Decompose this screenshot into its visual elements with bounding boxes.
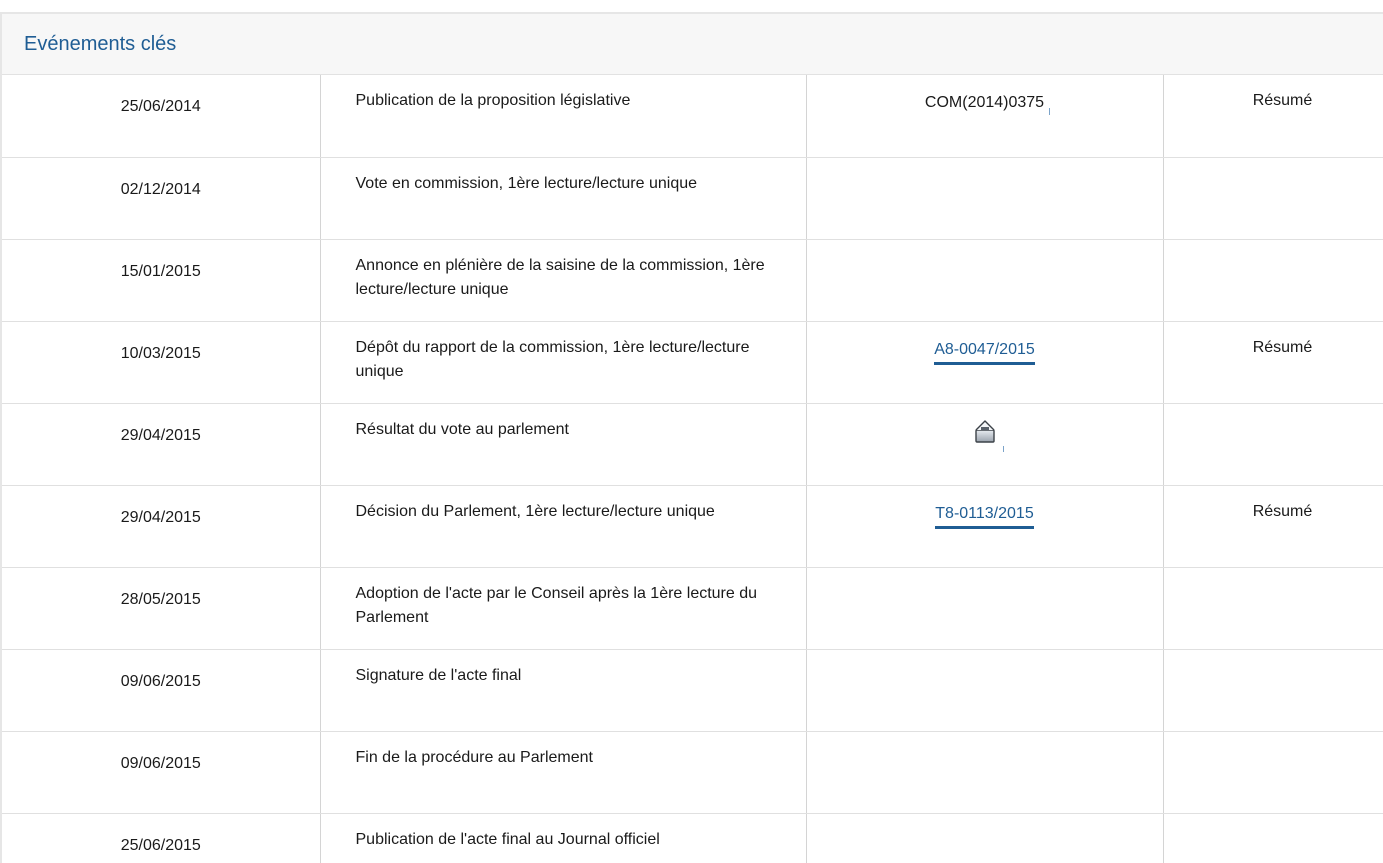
event-description: Adoption de l'acte par le Conseil après …	[320, 567, 807, 650]
event-description: Résultat du vote au parlement	[320, 403, 807, 486]
event-row: 02/12/2014 Vote en commission, 1ère lectu…	[2, 157, 1383, 240]
event-document-cell	[806, 649, 1164, 732]
document-link[interactable]: T8-0113/2015	[935, 503, 1034, 529]
event-document-cell	[806, 567, 1164, 650]
event-document-cell	[806, 157, 1164, 240]
event-summary	[1163, 567, 1383, 650]
event-summary	[1163, 403, 1383, 486]
event-description: Décision du Parlement, 1ère lecture/lect…	[320, 485, 807, 568]
key-events-table-body: 25/06/2014 Publication de la proposition …	[2, 75, 1383, 863]
key-events-table: 25/06/2014 Publication de la proposition …	[2, 75, 1383, 863]
ballot-box-icon[interactable]	[973, 418, 1004, 452]
event-description: Fin de la procédure au Parlement	[320, 731, 807, 814]
event-date: 15/01/2015	[2, 239, 321, 322]
event-summary[interactable]: Résumé	[1163, 75, 1383, 158]
event-summary[interactable]: Résumé	[1163, 485, 1383, 568]
event-description: Publication de la proposition législativ…	[320, 75, 807, 158]
event-date: 02/12/2014	[2, 157, 321, 240]
event-document-cell: A8-0047/2015	[806, 321, 1164, 404]
event-summary	[1163, 239, 1383, 322]
event-row: 25/06/2014 Publication de la proposition …	[2, 75, 1383, 158]
event-document-cell	[806, 813, 1164, 863]
event-row: 29/04/2015 Résultat du vote au parlement	[2, 403, 1383, 486]
event-document-cell: T8-0113/2015	[806, 485, 1164, 568]
event-date: 09/06/2015	[2, 731, 321, 814]
event-row: 09/06/2015 Signature de l'acte final	[2, 649, 1383, 732]
panel-header: Evénements clés	[2, 14, 1383, 75]
event-date: 28/05/2015	[2, 567, 321, 650]
event-summary	[1163, 731, 1383, 814]
event-document-cell	[806, 403, 1164, 486]
event-row: 15/01/2015 Annonce en plénière de la sais…	[2, 239, 1383, 322]
event-description: Annonce en plénière de la saisine de la …	[320, 239, 807, 322]
event-summary	[1163, 157, 1383, 240]
event-date: 10/03/2015	[2, 321, 321, 404]
event-row: 25/06/2015 Publication de l'acte final au…	[2, 813, 1383, 863]
event-description: Dépôt du rapport de la commission, 1ère …	[320, 321, 807, 404]
section-title: Evénements clés	[24, 32, 177, 55]
event-summary[interactable]: Résumé	[1163, 321, 1383, 404]
event-document-cell	[806, 239, 1164, 322]
event-date: 29/04/2015	[2, 485, 321, 568]
document-reference: COM(2014)0375	[925, 91, 1051, 115]
event-date: 25/06/2015	[2, 813, 321, 863]
event-row: 29/04/2015 Décision du Parlement, 1ère le…	[2, 485, 1383, 568]
document-link[interactable]: A8-0047/2015	[934, 339, 1035, 365]
event-description: Vote en commission, 1ère lecture/lecture…	[320, 157, 807, 240]
event-row: 28/05/2015 Adoption de l'acte par le Cons…	[2, 567, 1383, 650]
event-row: 09/06/2015 Fin de la procédure au Parleme…	[2, 731, 1383, 814]
event-date: 09/06/2015	[2, 649, 321, 732]
event-date: 25/06/2014	[2, 75, 321, 158]
event-row: 10/03/2015 Dépôt du rapport de la commiss…	[2, 321, 1383, 404]
event-document-cell	[806, 731, 1164, 814]
event-description: Signature de l'acte final	[320, 649, 807, 732]
event-document-cell: COM(2014)0375	[806, 75, 1164, 158]
event-summary	[1163, 649, 1383, 732]
event-date: 29/04/2015	[2, 403, 321, 486]
key-events-panel: Evénements clés 25/06/2014 Publication de…	[0, 12, 1383, 863]
event-description: Publication de l'acte final au Journal o…	[320, 813, 807, 863]
event-summary	[1163, 813, 1383, 863]
